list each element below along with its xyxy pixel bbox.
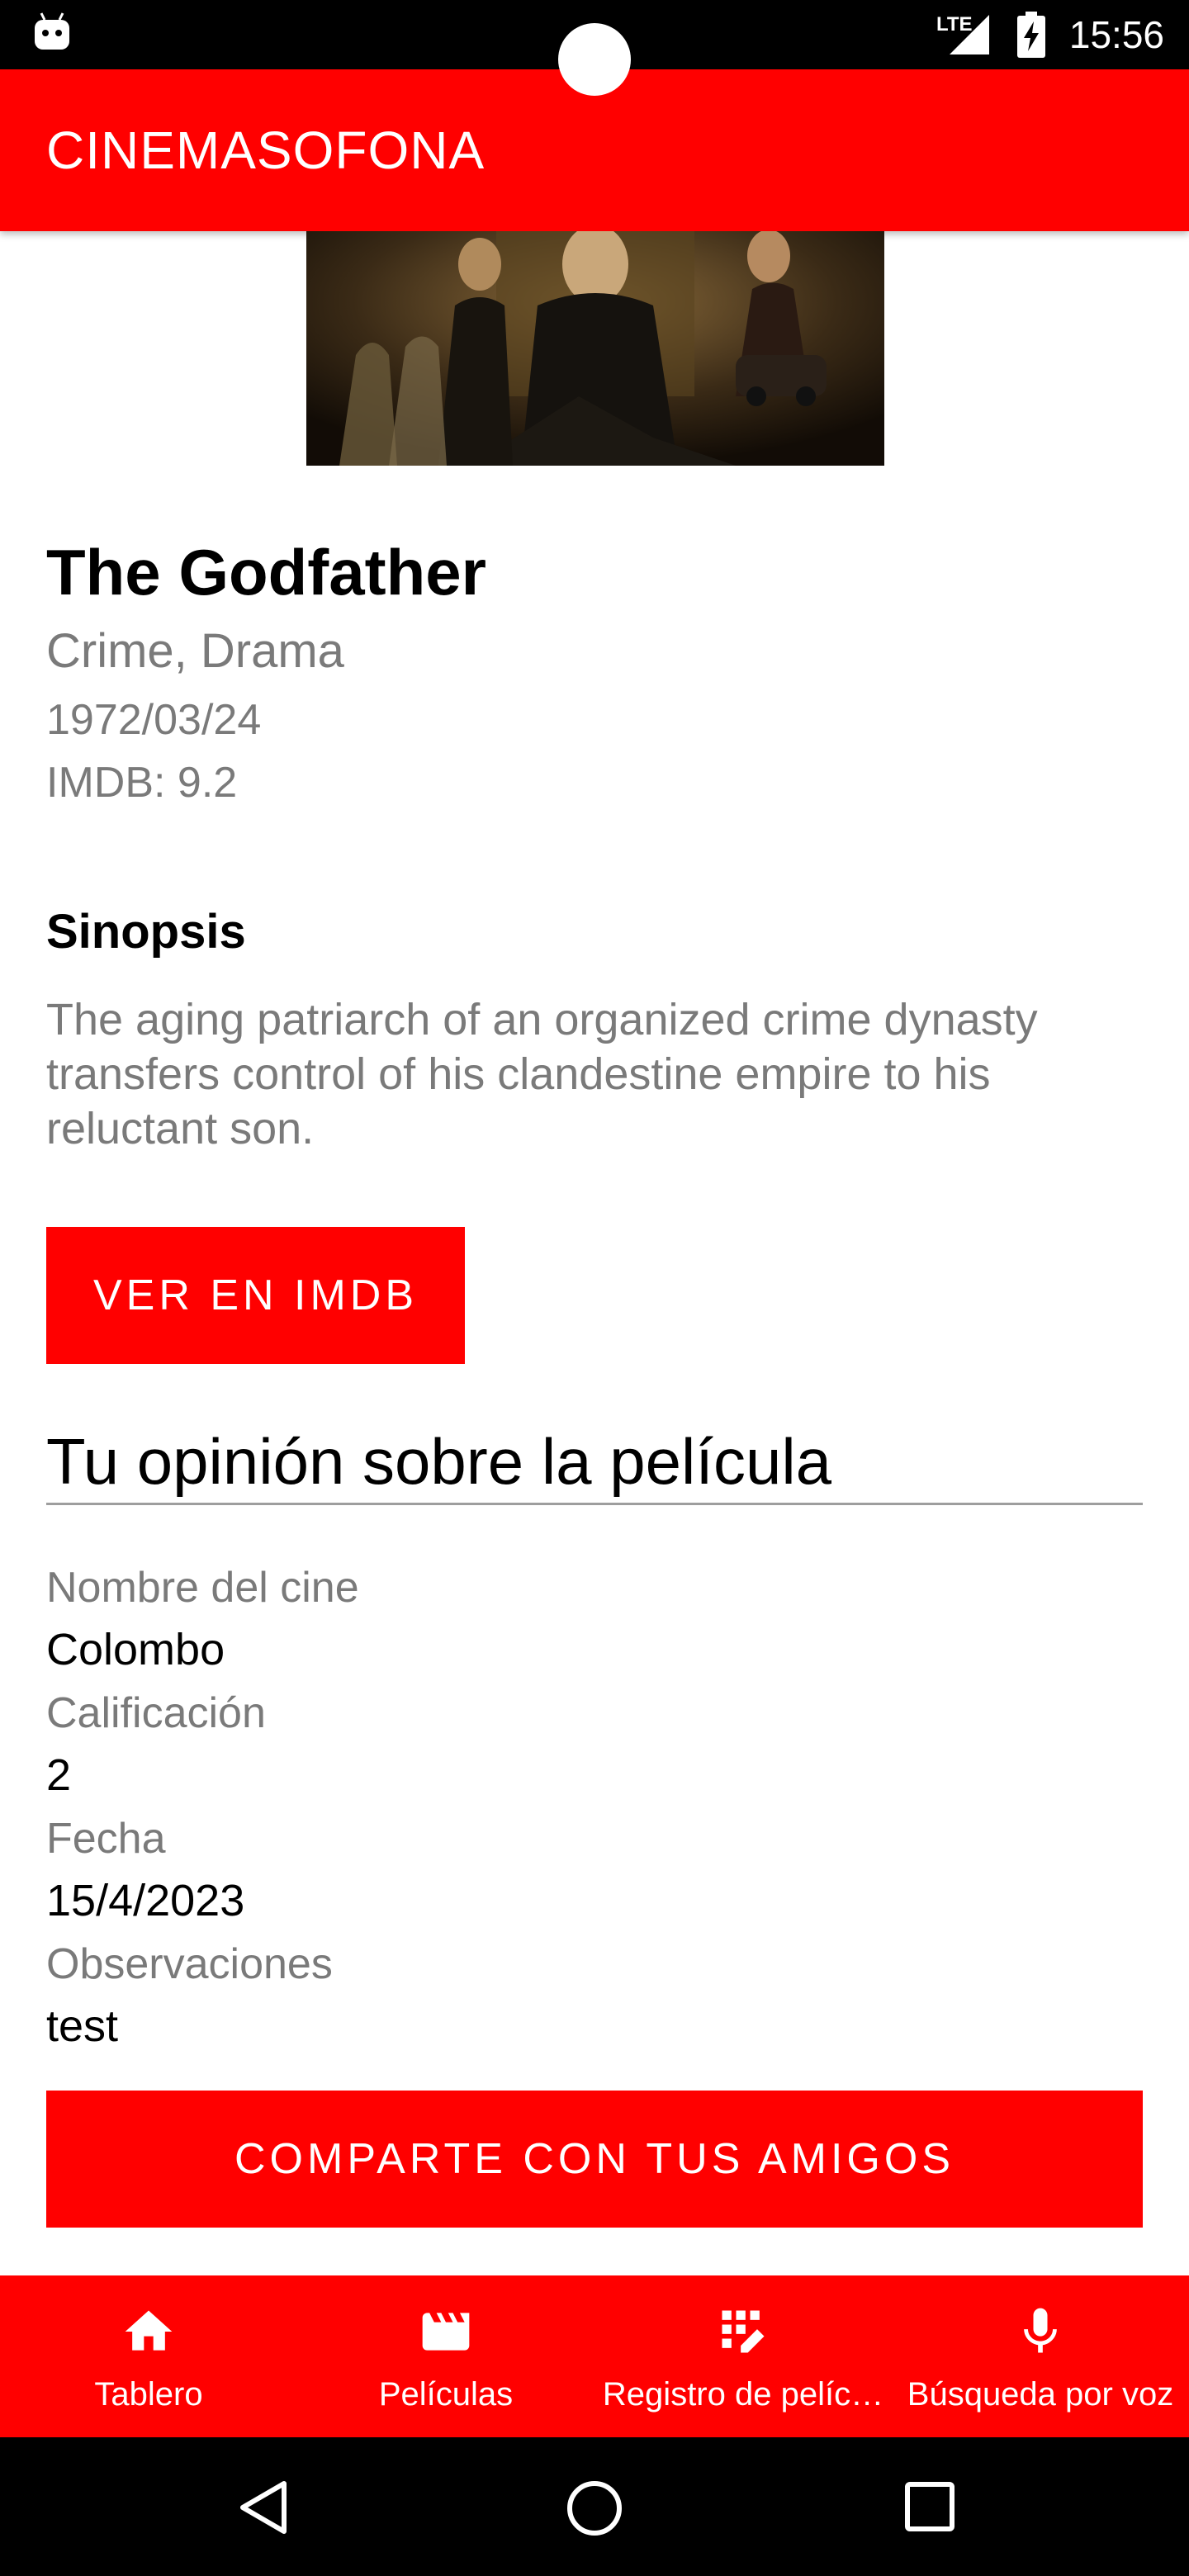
edit-grid-icon [722,2310,765,2353]
battery-charging-icon [1017,12,1045,58]
app-title: CINEMASOFONA [46,121,486,180]
movie-clapper-icon [422,2313,470,2351]
view-imdb-button[interactable]: VER EN IMDB [46,1227,465,1364]
camera-cutout [558,23,631,96]
observations-label: Observaciones [46,1940,333,1988]
observations-value: test [46,2001,119,2051]
cinema-name-value: Colombo [46,1625,225,1674]
android-debug-icon [35,12,69,50]
nav-item-movies[interactable]: Películas [297,2275,594,2437]
status-time: 15:56 [1068,13,1164,56]
nav-label-movies: Películas [378,2376,514,2413]
movie-release-date: 1972/03/24 [46,696,262,744]
opinion-heading: Tu opinión sobre la película [46,1425,832,1498]
bottom-navigation: Tablero Películas Registro de pelíc… Bús… [0,2275,1189,2437]
home-icon [125,2310,173,2351]
nav-item-dashboard[interactable]: Tablero [0,2275,297,2437]
movie-title: The Godfather [46,536,487,608]
back-icon[interactable] [236,2479,294,2536]
movie-poster [306,231,884,466]
nav-label-dashboard: Tablero [94,2376,203,2413]
signal-icon [950,15,989,54]
synopsis-text: The aging patriarch of an organized crim… [46,995,1038,1153]
nav-label-movie-registry: Registro de pelíc… [602,2376,884,2413]
movie-rating: IMDB: 9.2 [46,759,238,807]
date-label: Fecha [46,1815,166,1863]
system-navigation-bar [0,2437,1189,2576]
movie-genres: Crime, Drama [46,624,344,678]
home-button-icon[interactable] [565,2479,624,2538]
rating-value: 2 [46,1750,72,1800]
nav-item-voice-search[interactable]: Búsqueda por voz [892,2275,1189,2437]
microphone-icon [1024,2308,1057,2353]
synopsis-heading: Sinopsis [46,905,246,959]
cinema-name-label: Nombre del cine [46,1564,359,1612]
divider [46,1503,1143,1505]
recents-icon[interactable] [903,2480,956,2533]
share-button[interactable]: COMPARTE CON TUS AMIGOS [46,2091,1143,2228]
date-value: 15/4/2023 [46,1876,245,1925]
nav-item-movie-registry[interactable]: Registro de pelíc… [594,2275,892,2437]
rating-label: Calificación [46,1689,266,1737]
nav-label-voice-search: Búsqueda por voz [907,2376,1174,2413]
